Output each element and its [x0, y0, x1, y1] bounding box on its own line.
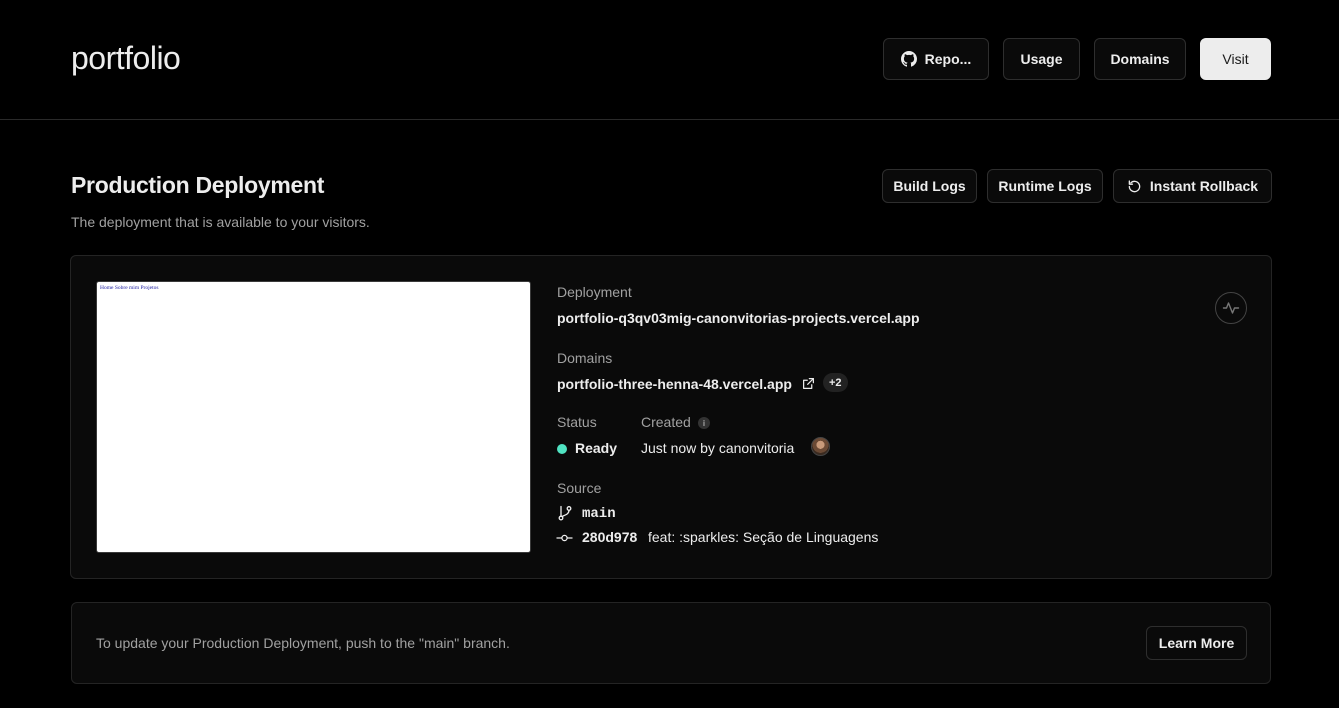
instant-rollback-label: Instant Rollback — [1149, 178, 1259, 194]
domains-label: Domains — [557, 350, 613, 366]
build-logs-button[interactable]: Build Logs — [882, 169, 977, 203]
section-subtitle: The deployment that is available to your… — [71, 214, 370, 230]
domains-extra-badge[interactable]: +2 — [823, 373, 848, 392]
status-value: Ready — [575, 440, 618, 456]
update-notice: To update your Production Deployment, pu… — [71, 602, 1271, 684]
git-branch-icon — [558, 505, 572, 521]
created-value: Just now by canonvitoria — [641, 440, 795, 456]
deployment-url[interactable]: portfolio-q3qv03mig-canonvitorias-projec… — [557, 310, 920, 326]
domains-button[interactable]: Domains — [1094, 38, 1186, 80]
avatar[interactable] — [811, 437, 830, 456]
created-label: Created — [641, 414, 691, 430]
usage-button[interactable]: Usage — [1003, 38, 1080, 80]
github-icon — [900, 51, 917, 67]
learn-more-label: Learn More — [1158, 635, 1235, 651]
info-icon[interactable]: i — [698, 417, 710, 429]
preview-nav-text: Home Sobre mim Projetos — [100, 285, 159, 291]
status-dot — [557, 444, 567, 454]
domain-link[interactable]: portfolio-three-henna-48.vercel.app — [557, 376, 792, 392]
commit-hash[interactable]: 280d978 — [582, 529, 637, 545]
repository-button[interactable]: Repo... — [883, 38, 989, 80]
usage-button-label: Usage — [1020, 51, 1063, 67]
git-commit-icon — [556, 534, 573, 542]
runtime-logs-button[interactable]: Runtime Logs — [987, 169, 1103, 203]
deployment-card: Home Sobre mim Projetos Deployment portf… — [70, 255, 1272, 579]
source-label: Source — [557, 480, 602, 496]
project-title: portfolio — [71, 40, 181, 76]
rollback-icon — [1128, 179, 1141, 192]
visit-button-label: Visit — [1222, 51, 1249, 67]
section-title: Production Deployment — [71, 172, 325, 198]
notice-text: To update your Production Deployment, pu… — [96, 635, 510, 651]
branch-name[interactable]: main — [582, 506, 616, 522]
external-link-icon[interactable] — [802, 377, 815, 390]
deployment-label: Deployment — [557, 284, 632, 300]
visit-button[interactable]: Visit — [1200, 38, 1271, 80]
runtime-logs-label: Runtime Logs — [998, 178, 1092, 194]
domains-button-label: Domains — [1110, 51, 1170, 67]
deployment-preview[interactable]: Home Sobre mim Projetos — [96, 281, 531, 553]
commit-message[interactable]: feat: :sparkles: Seção de Linguagens — [648, 529, 878, 545]
build-logs-label: Build Logs — [893, 178, 966, 194]
learn-more-button[interactable]: Learn More — [1146, 626, 1247, 660]
top-bar: portfolio Repo... Usage Domains Visit — [0, 0, 1339, 120]
status-label: Status — [557, 414, 597, 430]
repository-button-label: Repo... — [924, 51, 972, 67]
instant-rollback-button[interactable]: Instant Rollback — [1113, 169, 1272, 203]
activity-icon[interactable] — [1215, 292, 1247, 324]
